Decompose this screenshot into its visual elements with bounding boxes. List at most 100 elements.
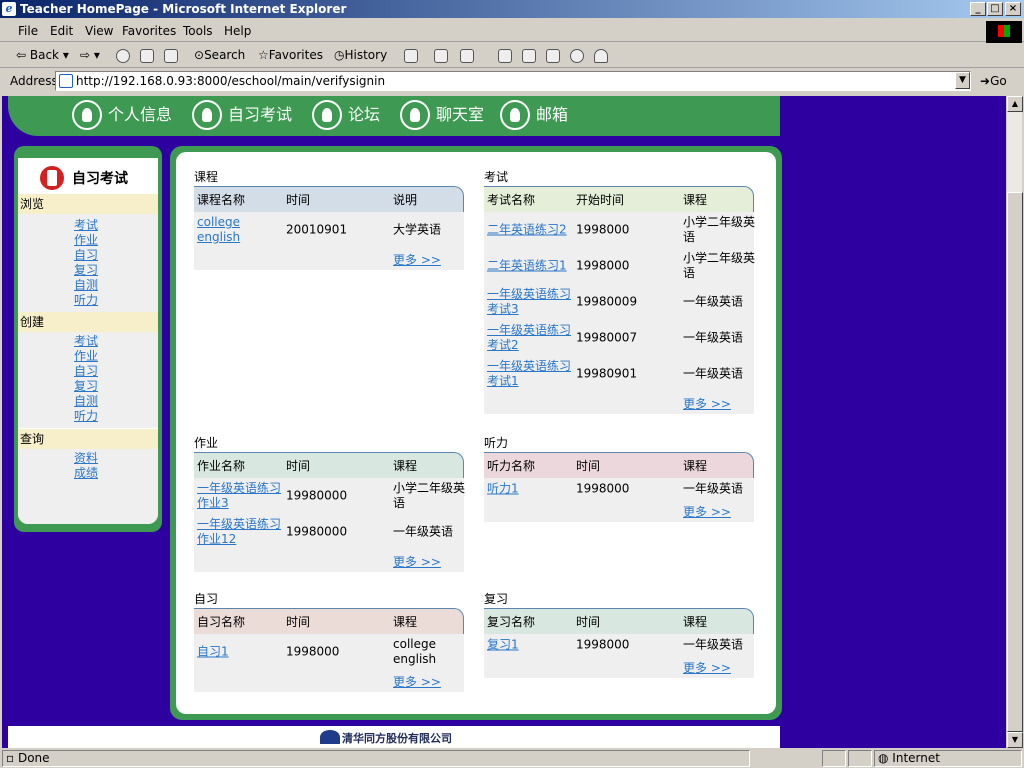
microphone-icon [400,100,430,130]
menu-edit[interactable]: Edit [50,24,73,38]
exam-link[interactable]: 二年英语练习1 [487,259,571,274]
sidebar-section-browse: 浏览 [18,194,158,214]
search-button[interactable]: ⊙Search [194,48,245,62]
more-link[interactable]: 更多 >> [683,659,731,676]
sidebar-link[interactable]: 自测 [74,394,158,409]
print-icon[interactable] [434,49,448,63]
nav-label: 论坛 [348,105,381,124]
table-cell: 小学二年级英语 [393,481,466,510]
messenger-icon[interactable] [570,49,584,63]
menu-view[interactable]: View [85,24,113,38]
history-button[interactable]: ◷History [334,48,387,62]
sidebar-link[interactable]: 自测 [74,278,158,293]
table-cell: 19980000 [286,488,348,503]
exam-link[interactable]: 一年级英语练习考试3 [487,287,571,317]
back-button[interactable]: ⇦ Back ▾ [16,48,69,62]
homework-link[interactable]: 一年级英语练习作业12 [197,517,281,547]
edit-icon[interactable] [460,49,474,63]
table-cell: 1998000 [286,644,340,659]
back-label: Back [29,48,60,62]
table-body: 复习1 1998000 一年级英语 更多 >> [484,634,754,678]
home-icon[interactable] [164,49,178,63]
user-icon[interactable] [594,49,608,63]
more-link[interactable]: 更多 >> [393,553,441,570]
exam-link[interactable]: 一年级英语练习考试1 [487,359,571,389]
table-row: 自习1 1998000 college english [194,634,464,670]
status-pane [848,750,872,767]
table-cell: 一年级英语 [683,330,744,345]
maximize-button[interactable]: □ [987,2,1003,16]
vertical-scrollbar[interactable]: ▲ ▼ [1006,96,1023,748]
table-cell: 20010901 [286,222,348,237]
status-pane [822,750,846,767]
sidebar-link[interactable]: 自习 [74,248,158,263]
address-dropdown-button[interactable]: ▼ [955,72,970,89]
research-icon[interactable] [522,49,536,63]
table-cell: 1998000 [576,258,630,273]
sidebar-link[interactable]: 听力 [74,409,158,424]
forward-button[interactable]: ⇨ ▾ [80,48,100,62]
table-header: 课程名称 时间 说明 [194,186,464,212]
status-bar: ▫ Done ◍ Internet [0,749,1024,768]
menu-tools[interactable]: Tools [183,24,213,38]
sidebar-link[interactable]: 复习 [74,263,158,278]
media-icon[interactable] [546,49,560,63]
stop-icon[interactable] [116,49,130,63]
table-cell: 小学二年级英语 [683,215,756,244]
go-button[interactable]: ➜Go [980,74,1007,88]
listening-link[interactable]: 听力1 [487,482,571,497]
course-link[interactable]: college english [197,215,281,245]
column-header: 课程 [683,615,708,629]
scroll-thumb[interactable] [1007,192,1023,732]
table-cell: 小学二年级英语 [683,251,756,280]
minimize-button[interactable]: _ [970,2,986,16]
table-body: college english 20010901 大学英语 更多 >> [194,212,464,270]
more-row: 更多 >> [484,500,754,522]
sidebar-section-query: 查询 [18,429,158,449]
column-header: 时间 [286,615,311,629]
self-study-link[interactable]: 自习1 [197,645,281,660]
scroll-down-button[interactable]: ▼ [1007,732,1023,748]
sidebar-link[interactable]: 听力 [74,293,158,308]
favorites-label: Favorites [268,48,323,62]
table-body: 听力1 1998000 一年级英语 更多 >> [484,478,754,522]
sidebar-link[interactable]: 考试 [74,334,158,349]
windows-flag-icon [986,21,1022,43]
exam-link[interactable]: 二年英语练习2 [487,223,571,238]
table-cell: 一年级英语 [683,637,744,652]
address-input[interactable]: http://192.168.0.93:8000/eschool/main/ve… [55,71,971,91]
exam-link[interactable]: 一年级英语练习考试2 [487,323,571,353]
table-row: college english 20010901 大学英语 [194,212,464,248]
mail-icon[interactable] [404,49,418,63]
question-icon [192,100,222,130]
sidebar-link[interactable]: 成绩 [74,466,158,481]
sidebar-link[interactable]: 作业 [74,349,158,364]
search-label: Search [204,48,246,62]
sidebar-links-create: 考试 作业 自习 复习 自测 听力 [18,332,158,428]
scroll-up-button[interactable]: ▲ [1007,96,1023,112]
column-header: 时间 [286,193,311,207]
review-link[interactable]: 复习1 [487,638,571,653]
envelope-icon [500,100,530,130]
table-body: 自习1 1998000 college english 更多 >> [194,634,464,692]
table-cell: 一年级英语 [683,481,744,496]
more-link[interactable]: 更多 >> [683,395,731,412]
menu-favorites[interactable]: Favorites [122,24,176,38]
favorites-button[interactable]: ☆Favorites [258,48,323,62]
refresh-icon[interactable] [140,49,154,63]
close-button[interactable]: × [1005,2,1021,16]
discuss-icon[interactable] [498,49,512,63]
more-row: 更多 >> [194,248,464,270]
sidebar-link[interactable]: 资料 [74,451,158,466]
menu-file[interactable]: File [18,24,38,38]
more-link[interactable]: 更多 >> [393,251,441,268]
more-link[interactable]: 更多 >> [683,503,731,520]
sidebar-link[interactable]: 自习 [74,364,158,379]
sidebar-link[interactable]: 作业 [74,233,158,248]
table-header: 复习名称 时间 课程 [484,608,754,634]
menu-help[interactable]: Help [224,24,251,38]
sidebar-link[interactable]: 考试 [74,218,158,233]
sidebar-link[interactable]: 复习 [74,379,158,394]
homework-link[interactable]: 一年级英语练习作业3 [197,481,281,511]
more-link[interactable]: 更多 >> [393,673,441,690]
